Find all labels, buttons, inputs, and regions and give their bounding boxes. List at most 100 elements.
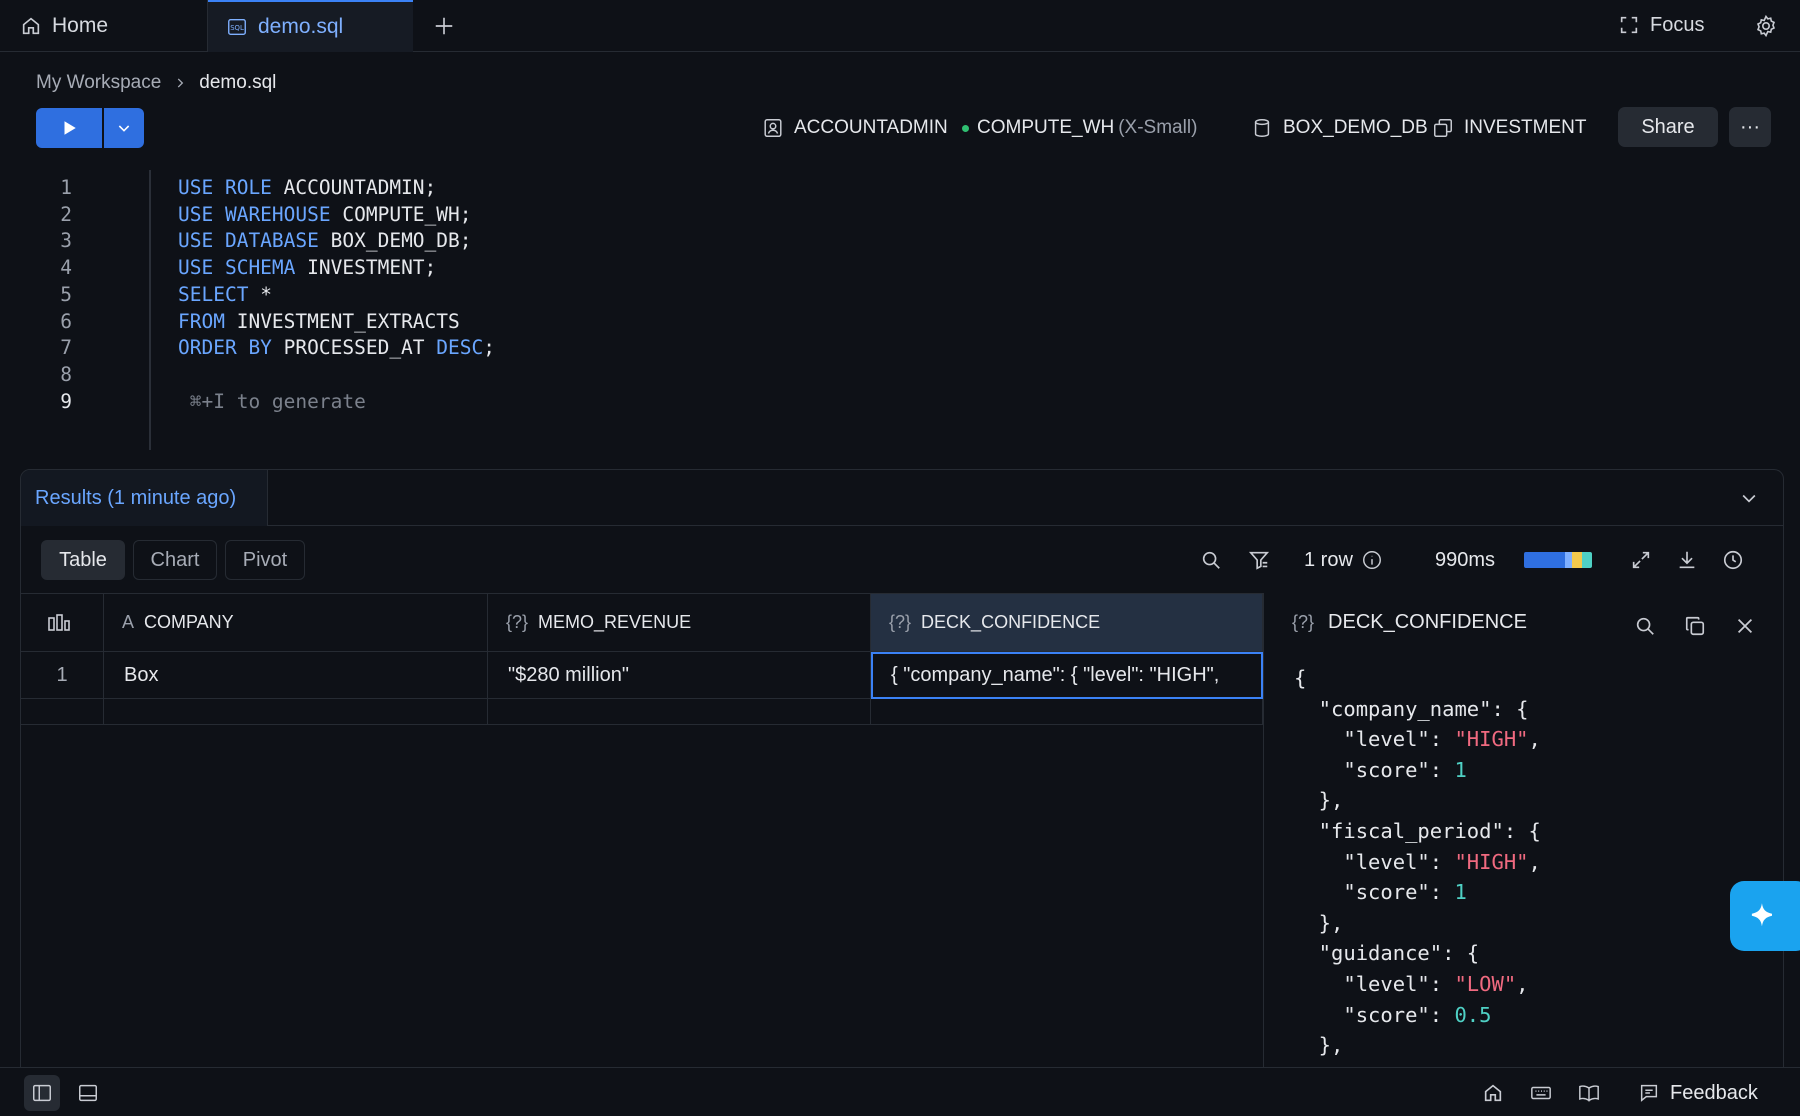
column-name: COMPANY: [144, 612, 234, 632]
plus-icon: [435, 17, 453, 35]
book-icon: [1579, 1085, 1599, 1102]
keyboard-shortcuts-button[interactable]: [1525, 1077, 1557, 1109]
tab-home-label: Home: [52, 14, 109, 37]
json-line: "score": 1: [1294, 757, 1467, 782]
status-bar: Feedback: [0, 1067, 1800, 1116]
svg-text:SQL: SQL: [230, 24, 244, 32]
view-table-button[interactable]: Table: [41, 540, 125, 580]
duration-segment: [1564, 552, 1572, 568]
filter-button[interactable]: [1245, 546, 1273, 574]
play-icon: [64, 121, 76, 135]
home-icon: [1484, 1084, 1502, 1102]
line-number: 3: [60, 229, 72, 253]
json-viewer[interactable]: { "company_name": { "level": "HIGH", "sc…: [1294, 663, 1541, 1061]
inspector-copy-button[interactable]: [1680, 611, 1710, 641]
json-line: "level": "HIGH",: [1294, 727, 1541, 752]
column-header-memo-revenue[interactable]: {?} MEMO_REVENUE: [488, 594, 871, 652]
close-icon: [1737, 618, 1753, 634]
ai-assistant-button[interactable]: [1730, 881, 1800, 951]
json-line: "level": "HIGH",: [1294, 849, 1541, 874]
toggle-sidebar-button[interactable]: [24, 1075, 60, 1111]
results-grid: A COMPANY {?} MEMO_REVENUE {?} DECK_CONF…: [21, 593, 1263, 1068]
line-number: 9: [60, 389, 72, 413]
copy-icon: [1685, 616, 1705, 636]
code-line[interactable]: USE DATABASE BOX_DEMO_DB;: [178, 229, 472, 252]
toggle-bottom-panel-button[interactable]: [72, 1077, 104, 1109]
view-pivot-button[interactable]: Pivot: [225, 540, 305, 580]
duration-segment: [1581, 552, 1592, 568]
view-chart-button[interactable]: Chart: [133, 540, 217, 580]
code-line[interactable]: USE SCHEMA INVESTMENT;: [178, 256, 436, 279]
query-duration: 990ms: [1435, 548, 1496, 571]
column-header-company[interactable]: A COMPANY: [104, 594, 488, 652]
row-index: 1: [21, 652, 104, 699]
table-cell[interactable]: Box: [104, 652, 488, 699]
warehouse-selector[interactable]: COMPUTE_WH (X-Small): [962, 112, 1197, 144]
focus-button[interactable]: Focus: [1618, 8, 1704, 42]
info-icon[interactable]: [1361, 549, 1383, 571]
column-header-deck-confidence[interactable]: {?} DECK_CONFIDENCE: [871, 594, 1263, 652]
home-button[interactable]: [1477, 1077, 1509, 1109]
json-line: {: [1294, 666, 1307, 690]
focus-icon: [1620, 16, 1638, 34]
results-header: Results (1 minute ago): [21, 470, 1783, 526]
tab-demo-sql[interactable]: SQL demo.sql: [208, 0, 413, 52]
schema-label: INVESTMENT: [1464, 117, 1587, 138]
row-count-label: 1 row: [1304, 548, 1353, 571]
code-line[interactable]: SELECT *: [178, 283, 272, 306]
json-line: "score": 0.5: [1294, 1002, 1492, 1027]
variant-type-icon: {?}: [1292, 612, 1315, 632]
table-cell[interactable]: "$280 million": [488, 652, 871, 699]
home-icon: [22, 17, 40, 35]
generate-hint: ⌘+I to generate: [178, 389, 366, 413]
line-number: 2: [60, 202, 72, 226]
run-button-group: [36, 108, 144, 148]
tab-home[interactable]: Home: [0, 0, 208, 52]
column-stats-header[interactable]: [21, 594, 104, 652]
json-line: "fiscal_period": {: [1294, 818, 1541, 843]
sparkle-icon: [1751, 903, 1772, 926]
breadcrumb-workspace[interactable]: My Workspace: [36, 72, 161, 94]
results-tab[interactable]: Results (1 minute ago): [21, 470, 268, 526]
inspector-close-button[interactable]: [1730, 611, 1760, 641]
column-stats-icon: [48, 613, 70, 631]
empty-row-cell: [488, 699, 871, 725]
breadcrumb-file: demo.sql: [199, 72, 277, 93]
duration-breakdown-bar[interactable]: [1524, 552, 1592, 568]
more-options-button[interactable]: ···: [1729, 107, 1771, 147]
code-line[interactable]: ORDER BY PROCESSED_AT DESC;: [178, 336, 495, 359]
sidebar-layout-icon: [33, 1084, 51, 1102]
new-tab-button[interactable]: [428, 10, 460, 42]
role-selector[interactable]: ACCOUNTADMIN: [762, 112, 948, 144]
documentation-button[interactable]: [1573, 1077, 1605, 1109]
code-line[interactable]: ⌘+I to generate: [178, 390, 366, 413]
feedback-button[interactable]: Feedback: [1638, 1077, 1758, 1109]
inspector-title: {?} DECK_CONFIDENCE: [1292, 611, 1527, 634]
run-button[interactable]: [36, 108, 102, 148]
table-cell-selected[interactable]: { "company_name": { "level": "HIGH",: [871, 652, 1263, 699]
database-selector[interactable]: BOX_DEMO_DB: [1251, 112, 1428, 144]
share-button[interactable]: Share: [1618, 107, 1718, 147]
inspector-search-button[interactable]: [1630, 611, 1660, 641]
code-line[interactable]: USE WAREHOUSE COMPUTE_WH;: [178, 203, 472, 226]
code-line[interactable]: USE ROLE ACCOUNTADMIN;: [178, 176, 436, 199]
schema-selector[interactable]: INVESTMENT: [1432, 112, 1586, 144]
chevron-down-icon: [1742, 494, 1756, 503]
duration-segment: [1524, 552, 1565, 568]
settings-button[interactable]: [1750, 10, 1782, 42]
download-icon: [1679, 551, 1695, 569]
collapse-results-button[interactable]: [1735, 484, 1763, 512]
line-number: 4: [60, 256, 72, 280]
code-line[interactable]: FROM INVESTMENT_EXTRACTS: [178, 310, 460, 333]
inspector-column-name: DECK_CONFIDENCE: [1328, 611, 1527, 633]
sql-editor[interactable]: 1 USE ROLE ACCOUNTADMIN; 2 USE WAREHOUSE CO…: [0, 174, 1800, 464]
expand-results-button[interactable]: [1627, 546, 1655, 574]
query-history-button[interactable]: [1719, 546, 1747, 574]
warehouse-status-dot: [962, 124, 969, 132]
search-results-button[interactable]: [1197, 546, 1225, 574]
line-number: 8: [60, 362, 72, 386]
download-button[interactable]: [1673, 546, 1701, 574]
breadcrumb: My Workspace demo.sql: [36, 72, 276, 94]
run-options-button[interactable]: [104, 108, 144, 148]
schema-icon: [1434, 119, 1452, 137]
